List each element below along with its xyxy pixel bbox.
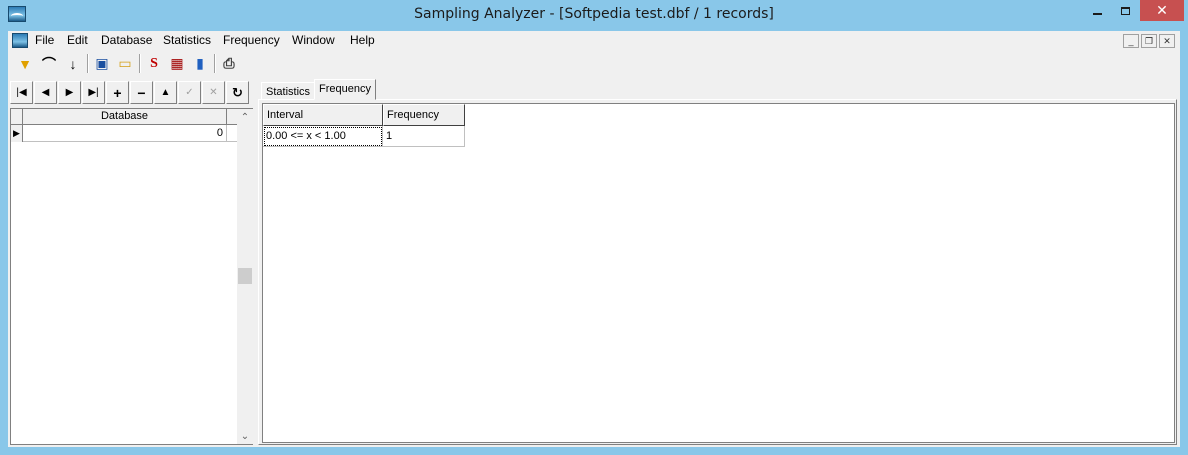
app-window: Sampling Analyzer - [Softpedia test.dbf … <box>0 0 1188 455</box>
prior-record-button[interactable]: ◀ <box>34 81 57 104</box>
minimize-icon: _ <box>1128 36 1134 46</box>
title-bar[interactable]: Sampling Analyzer - [Softpedia test.dbf … <box>0 0 1188 31</box>
refresh-button[interactable]: ↻ <box>226 81 249 104</box>
curve-button[interactable]: ⌒ <box>38 53 60 74</box>
chevron-down-icon: ⌄ <box>240 430 250 442</box>
bar-chart-icon: ▮ <box>196 55 204 71</box>
print-icon: ⎙ <box>223 55 235 71</box>
close-icon: ✕ <box>1163 35 1171 46</box>
next-record-button[interactable]: ▶ <box>58 81 81 104</box>
toolbar-separator <box>214 54 216 73</box>
menu-statistics[interactable]: Statistics <box>161 33 213 47</box>
minimize-icon <box>1092 12 1102 15</box>
row-indicator-header <box>11 109 23 125</box>
table-cell[interactable]: 0 <box>23 125 227 142</box>
interval-cell[interactable]: 0.00 <= x < 1.00 <box>263 126 383 147</box>
child-restore-button[interactable]: ❐ <box>1141 34 1157 48</box>
table-row[interactable]: ▶ 0 <box>11 125 238 142</box>
vertical-scrollbar[interactable]: ⌃ ⌄ <box>237 109 253 444</box>
database-grid[interactable]: Database ▶ 0 ⌃ ⌄ <box>10 108 253 445</box>
menu-file[interactable]: File <box>33 33 56 47</box>
child-minimize-button[interactable]: _ <box>1123 34 1139 48</box>
grid-header: Database <box>11 109 238 125</box>
save-button[interactable]: ▣ <box>91 53 113 74</box>
cancel-record-icon: ✕ <box>209 87 218 98</box>
delete-record-button[interactable]: − <box>130 81 153 104</box>
first-record-button[interactable]: |◀ <box>10 81 33 104</box>
insert-record-icon: + <box>113 84 122 101</box>
menu-window[interactable]: Window <box>290 33 337 47</box>
post-record-icon: ✓ <box>185 87 194 98</box>
edit-record-button[interactable]: ▲ <box>154 81 177 104</box>
last-record-button[interactable]: ▶| <box>82 81 105 104</box>
next-record-icon: ▶ <box>65 87 74 98</box>
delete-record-icon: − <box>137 84 146 101</box>
open-button[interactable]: ▭ <box>114 53 136 74</box>
prior-record-icon: ◀ <box>41 87 50 98</box>
chevron-up-icon: ⌃ <box>240 111 250 123</box>
menu-help[interactable]: Help <box>348 33 377 47</box>
client-area: File Edit Database Statistics Frequency … <box>8 31 1180 447</box>
edit-record-icon: ▲ <box>160 87 171 98</box>
curve-icon: ⌒ <box>42 55 56 72</box>
minimize-button[interactable] <box>1083 0 1111 21</box>
scroll-up-button[interactable]: ⌃ <box>237 109 253 125</box>
statistics-icon: S <box>150 55 158 71</box>
menu-edit[interactable]: Edit <box>65 33 90 47</box>
table-icon: ▦ <box>170 55 184 71</box>
save-disk-icon: ▣ <box>95 55 109 71</box>
sort-az-icon: ↓ <box>69 55 77 72</box>
results-panel: Statistics Frequency Interval Frequency … <box>258 79 1177 445</box>
tab-statistics[interactable]: Statistics <box>261 82 316 100</box>
chart-button[interactable]: ▮ <box>189 53 211 74</box>
scroll-thumb[interactable] <box>238 268 252 284</box>
sort-button[interactable]: ↓ <box>62 53 84 74</box>
record-navigator: |◀ ◀ ▶ ▶| + − ▲ ✓ ✕ ↻ <box>10 80 253 105</box>
refresh-icon: ↻ <box>232 84 243 100</box>
column-header-interval[interactable]: Interval <box>263 104 383 126</box>
menu-frequency[interactable]: Frequency <box>221 33 282 47</box>
toolbar: ▼ ⌒ ↓ ▣ ▭ S ▦ ▮ ⎙ <box>8 51 1180 76</box>
close-icon: ✕ <box>1156 2 1168 18</box>
filter-icon: ▼ <box>18 55 32 72</box>
tab-frequency[interactable]: Frequency <box>314 79 376 100</box>
first-record-icon: |◀ <box>16 87 27 98</box>
scroll-down-button[interactable]: ⌄ <box>237 428 253 444</box>
window-title: Sampling Analyzer - [Softpedia test.dbf … <box>414 6 774 22</box>
menu-database[interactable]: Database <box>99 33 154 47</box>
maximize-button[interactable] <box>1111 0 1139 21</box>
table-button[interactable]: ▦ <box>166 53 188 74</box>
post-record-button[interactable]: ✓ <box>178 81 201 104</box>
frequency-cell[interactable]: 1 <box>383 126 465 147</box>
column-header-frequency[interactable]: Frequency <box>383 104 465 126</box>
tab-page-frequency: Interval Frequency 0.00 <= x < 1.00 1 <box>258 99 1177 445</box>
maximize-icon <box>1120 6 1130 15</box>
insert-record-button[interactable]: + <box>106 81 129 104</box>
toolbar-separator <box>87 54 89 73</box>
cancel-record-button[interactable]: ✕ <box>202 81 225 104</box>
column-header-database[interactable]: Database <box>23 109 227 125</box>
document-system-menu-icon[interactable] <box>12 33 28 48</box>
filter-button[interactable]: ▼ <box>14 53 36 74</box>
close-button[interactable]: ✕ <box>1140 0 1184 21</box>
menu-bar: File Edit Database Statistics Frequency … <box>8 31 1180 50</box>
statistics-button[interactable]: S <box>143 53 165 74</box>
open-folder-icon: ▭ <box>118 55 132 71</box>
toolbar-separator <box>139 54 141 73</box>
restore-icon: ❐ <box>1144 35 1154 46</box>
print-button[interactable]: ⎙ <box>218 53 240 74</box>
frequency-table[interactable]: Interval Frequency 0.00 <= x < 1.00 1 <box>262 103 1175 443</box>
child-close-button[interactable]: ✕ <box>1159 34 1175 48</box>
last-record-icon: ▶| <box>88 87 99 98</box>
current-row-indicator-icon: ▶ <box>11 125 23 142</box>
